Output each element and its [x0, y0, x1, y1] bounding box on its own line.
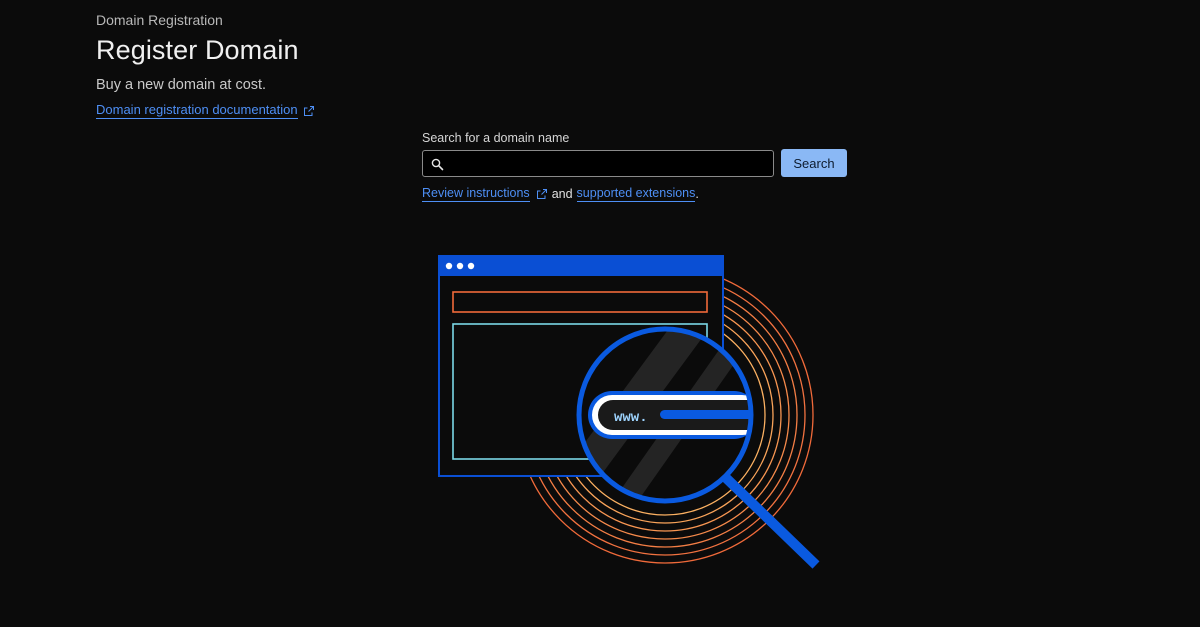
- illustration-url-text: www.: [614, 410, 648, 426]
- window-dot: [445, 262, 453, 270]
- page-subtitle: Buy a new domain at cost.: [96, 77, 267, 93]
- search-row: Search: [422, 149, 852, 177]
- external-link-icon: [536, 188, 547, 199]
- doc-link-wrap: Domain registration documentation: [96, 102, 315, 119]
- domain-search: Search for a domain name Search Review i…: [422, 130, 852, 202]
- page: Domain Registration Register Domain Buy …: [0, 0, 1200, 627]
- help-connector: and: [551, 186, 573, 201]
- supported-extensions-link[interactable]: supported extensions: [576, 185, 696, 202]
- search-button[interactable]: Search: [781, 149, 847, 177]
- search-help: Review instructions and supported extens…: [422, 185, 852, 202]
- window-dot: [456, 262, 464, 270]
- domain-search-illustration: www.: [438, 255, 820, 569]
- window-dot: [467, 262, 475, 270]
- search-icon: [431, 158, 444, 170]
- domain-search-input[interactable]: [449, 150, 767, 176]
- search-field[interactable]: [422, 149, 774, 177]
- documentation-link[interactable]: Domain registration documentation: [96, 102, 298, 119]
- page-title: Register Domain: [96, 35, 299, 65]
- breadcrumb: Domain Registration: [96, 12, 223, 28]
- external-link-icon: [303, 105, 314, 116]
- help-period: .: [695, 186, 699, 201]
- page-header: Domain Registration Register Domain Buy …: [96, 11, 315, 119]
- search-label: Search for a domain name: [422, 131, 570, 145]
- review-instructions-link[interactable]: Review instructions: [422, 185, 530, 202]
